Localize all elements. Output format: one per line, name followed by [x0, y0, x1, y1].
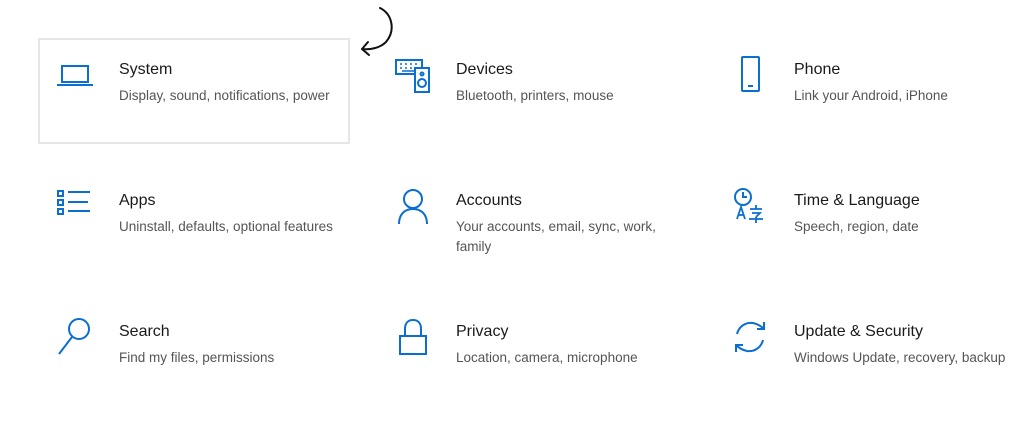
tile-description: Display, sound, notifications, power — [119, 88, 330, 103]
tile-description: Bluetooth, printers, mouse — [456, 88, 614, 103]
tile-title: Accounts — [456, 192, 522, 209]
tile-description: Speech, region, date — [794, 219, 919, 234]
tile-title: Devices — [456, 61, 513, 78]
lock-icon — [391, 316, 433, 358]
tile-update-security[interactable]: Update & Security Windows Update, recove… — [713, 300, 1023, 406]
tile-devices[interactable]: Devices Bluetooth, printers, mouse — [375, 38, 687, 144]
tile-description: Find my files, permissions — [119, 350, 275, 365]
tile-title: System — [119, 61, 173, 78]
person-icon — [391, 185, 433, 227]
tile-description: Location, camera, microphone — [456, 350, 638, 365]
time-language-icon — [729, 185, 771, 227]
tile-title: Time & Language — [794, 192, 920, 209]
tile-title: Update & Security — [794, 323, 923, 340]
tile-search[interactable]: Search Find my files, permissions — [38, 300, 350, 406]
tile-description: Windows Update, recovery, backup — [794, 350, 1006, 365]
tile-time-language[interactable]: Time & Language Speech, region, date — [713, 169, 1023, 275]
tile-accounts[interactable]: Accounts Your accounts, email, sync, wor… — [375, 169, 687, 275]
tile-title: Phone — [794, 61, 841, 78]
phone-icon — [729, 54, 771, 96]
search-icon — [54, 316, 96, 358]
tile-title: Apps — [119, 192, 156, 209]
tile-system[interactable]: System Display, sound, notifications, po… — [38, 38, 350, 144]
tile-title: Privacy — [456, 323, 509, 340]
keyboard-speaker-icon — [391, 54, 433, 96]
tile-description: Link your Android, iPhone — [794, 88, 948, 103]
tile-privacy[interactable]: Privacy Location, camera, microphone — [375, 300, 687, 406]
tile-description: Your accounts, email, sync, work, family — [456, 219, 656, 254]
sync-icon — [729, 316, 771, 358]
tile-phone[interactable]: Phone Link your Android, iPhone — [713, 38, 1023, 144]
tile-title: Search — [119, 323, 170, 340]
apps-list-icon — [54, 185, 96, 227]
tile-description: Uninstall, defaults, optional features — [119, 219, 333, 234]
laptop-icon — [54, 54, 96, 96]
tile-apps[interactable]: Apps Uninstall, defaults, optional featu… — [38, 169, 350, 275]
